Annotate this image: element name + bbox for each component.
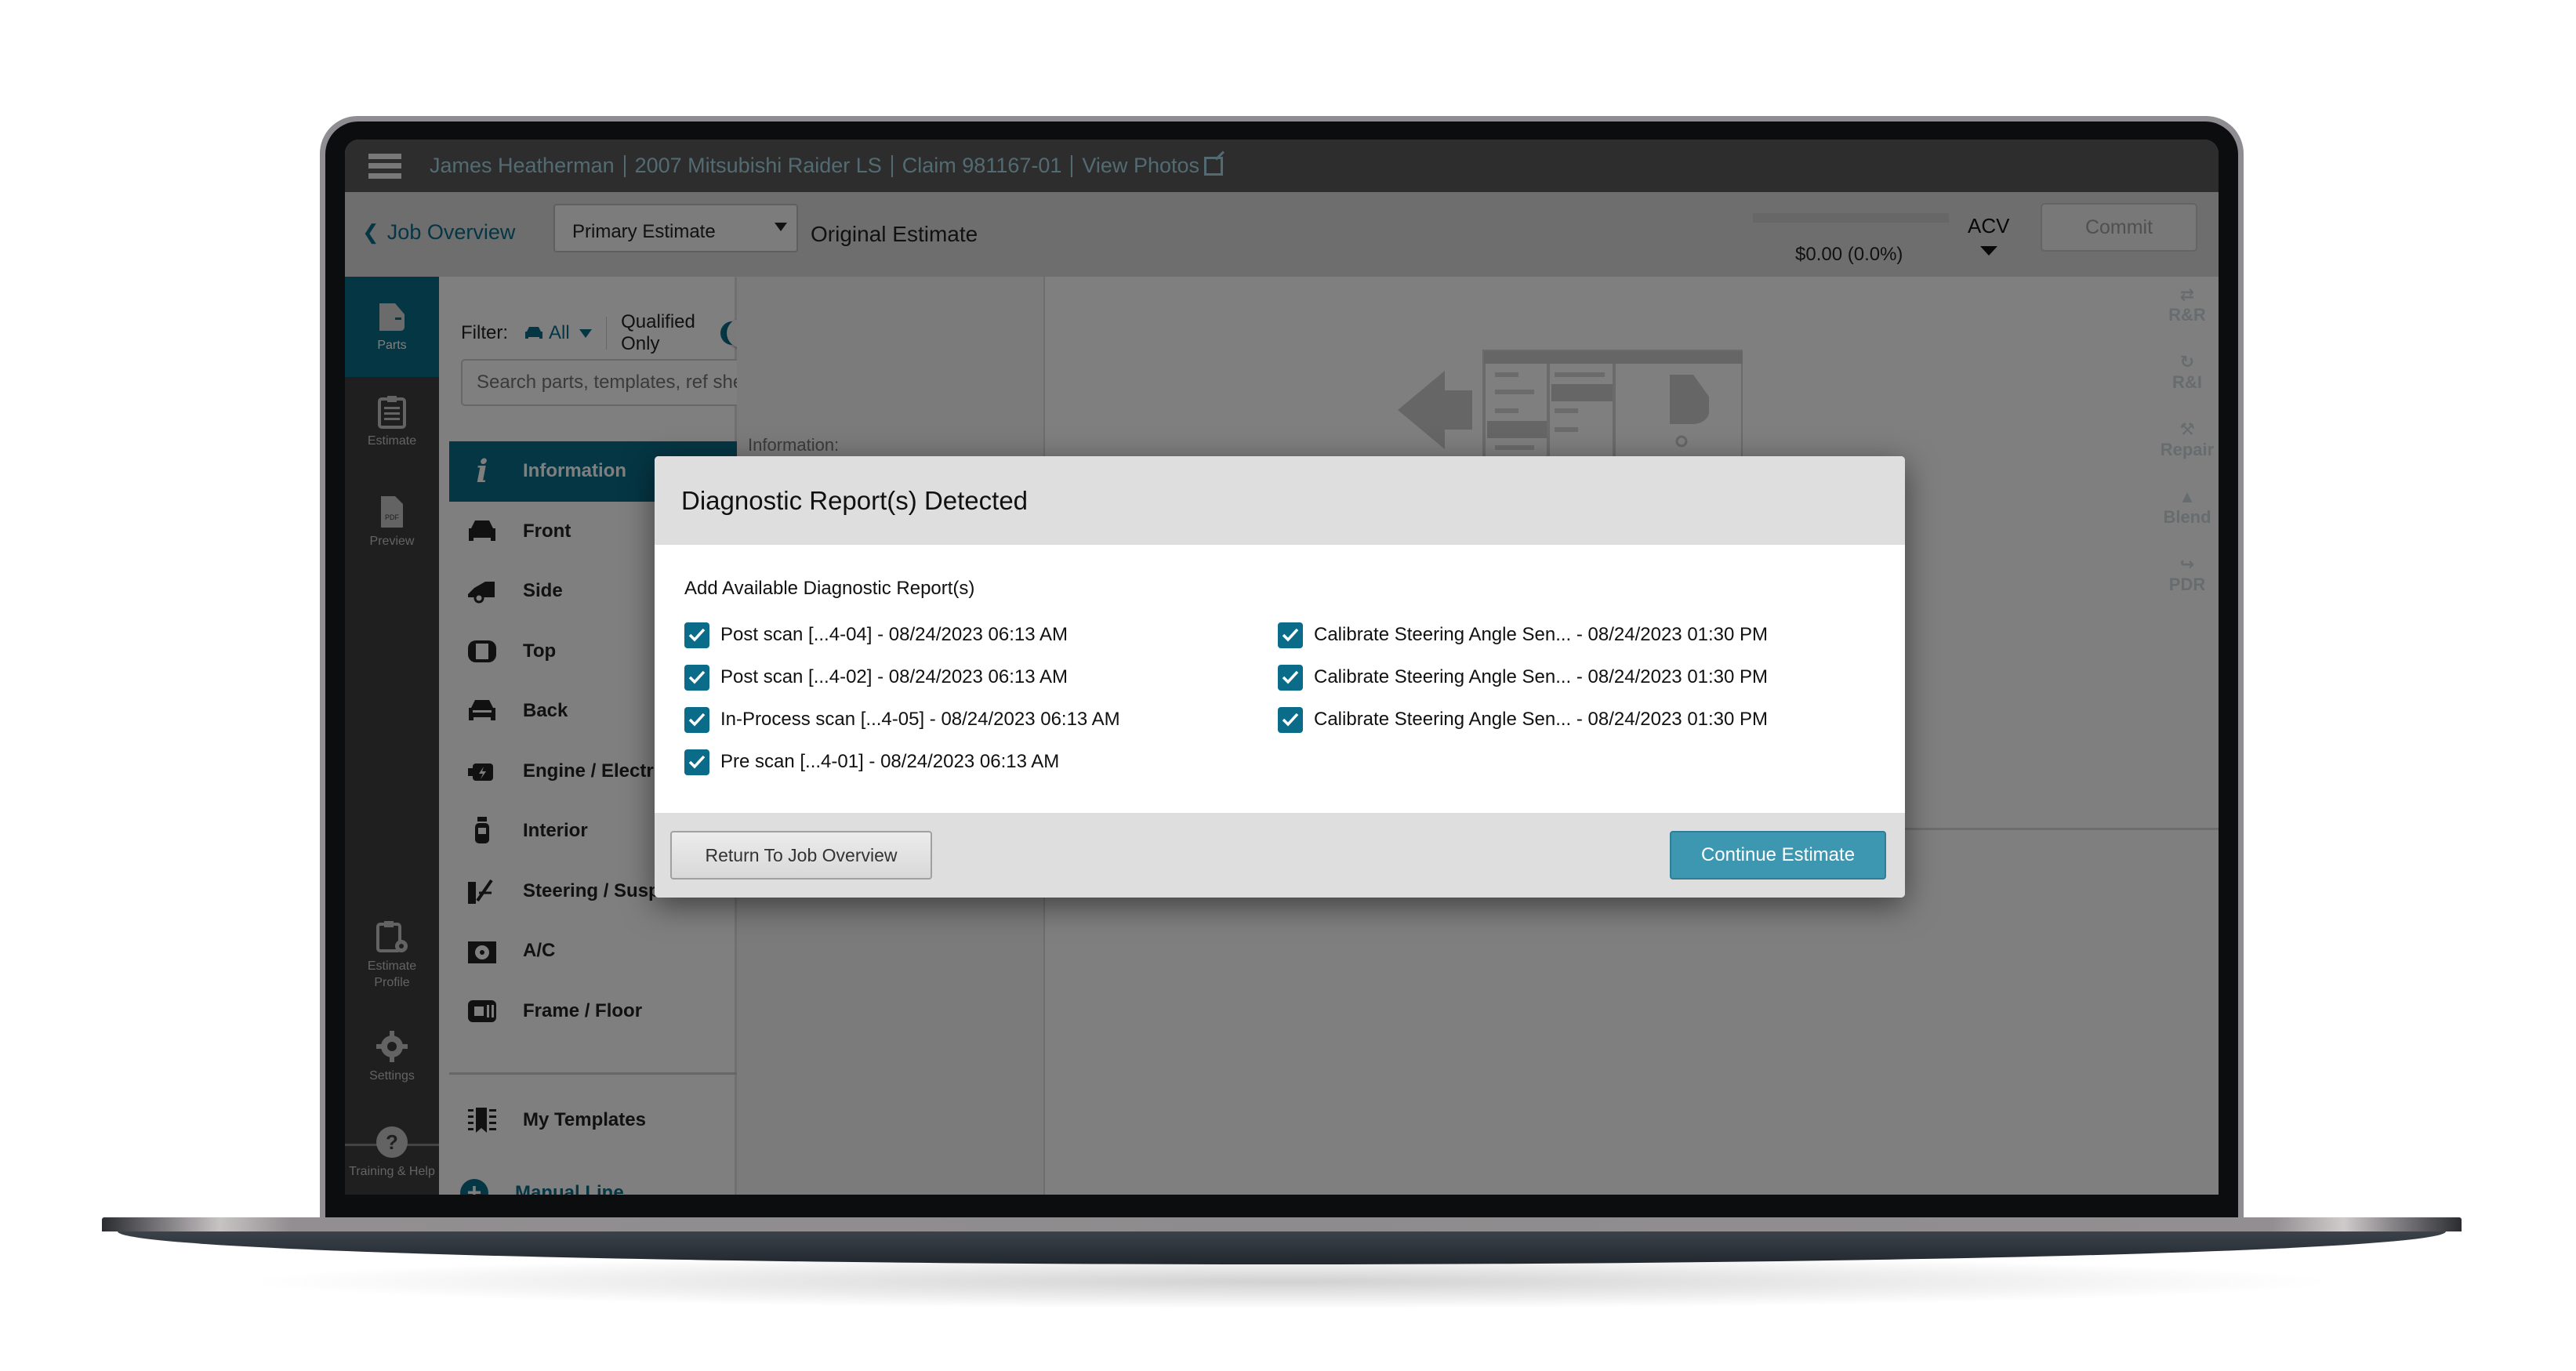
continue-estimate-button[interactable]: Continue Estimate [1670,831,1886,880]
check-icon [1282,670,1299,684]
modal-subtitle: Add Available Diagnostic Report(s) [684,578,975,599]
report-item[interactable]: Pre scan [...4-01] - 08/24/2023 06:13 AM [684,741,1120,783]
checkbox-checked[interactable] [1278,622,1303,648]
modal-body: Add Available Diagnostic Report(s) Post … [655,545,1905,813]
check-icon [688,713,706,727]
report-item[interactable]: Post scan [...4-02] - 08/24/2023 06:13 A… [684,656,1120,698]
report-label: Pre scan [...4-01] - 08/24/2023 06:13 AM [720,751,1060,772]
diagnostic-report-modal: Diagnostic Report(s) Detected Add Availa… [655,456,1905,898]
checkbox-checked[interactable] [1278,706,1303,733]
checkbox-checked[interactable] [684,622,709,648]
report-label: Calibrate Steering Angle Sen... - 08/24/… [1314,709,1769,730]
check-icon [688,670,706,684]
modal-footer: Return To Job Overview Continue Estimate [655,813,1905,898]
report-item[interactable]: Calibrate Steering Angle Sen... - 08/24/… [1278,656,1768,698]
return-to-job-overview-button[interactable]: Return To Job Overview [670,831,932,880]
report-label: Post scan [...4-04] - 08/24/2023 06:13 A… [720,624,1068,645]
check-icon [688,628,706,642]
report-item[interactable]: Calibrate Steering Angle Sen... - 08/24/… [1278,614,1768,656]
report-label: Post scan [...4-02] - 08/24/2023 06:13 A… [720,666,1068,687]
modal-title: Diagnostic Report(s) Detected [655,456,1905,545]
checkbox-checked[interactable] [684,749,709,775]
report-item[interactable]: In-Process scan [...4-05] - 08/24/2023 0… [684,698,1120,741]
report-list-left: Post scan [...4-04] - 08/24/2023 06:13 A… [684,614,1120,783]
checkbox-checked[interactable] [684,706,709,733]
app-screen: James Heatherman 2007 Mitsubishi Raider … [345,140,2219,1195]
report-list-right: Calibrate Steering Angle Sen... - 08/24/… [1278,614,1768,741]
report-label: Calibrate Steering Angle Sen... - 08/24/… [1314,624,1769,645]
report-item[interactable]: Calibrate Steering Angle Sen... - 08/24/… [1278,698,1768,741]
checkbox-checked[interactable] [684,664,709,691]
check-icon [688,755,706,769]
report-label: In-Process scan [...4-05] - 08/24/2023 0… [720,709,1120,730]
check-icon [1282,628,1299,642]
checkbox-checked[interactable] [1278,664,1303,691]
report-item[interactable]: Post scan [...4-04] - 08/24/2023 06:13 A… [684,614,1120,656]
report-label: Calibrate Steering Angle Sen... - 08/24/… [1314,666,1769,687]
laptop-base [102,1217,2462,1231]
check-icon [1282,713,1299,727]
